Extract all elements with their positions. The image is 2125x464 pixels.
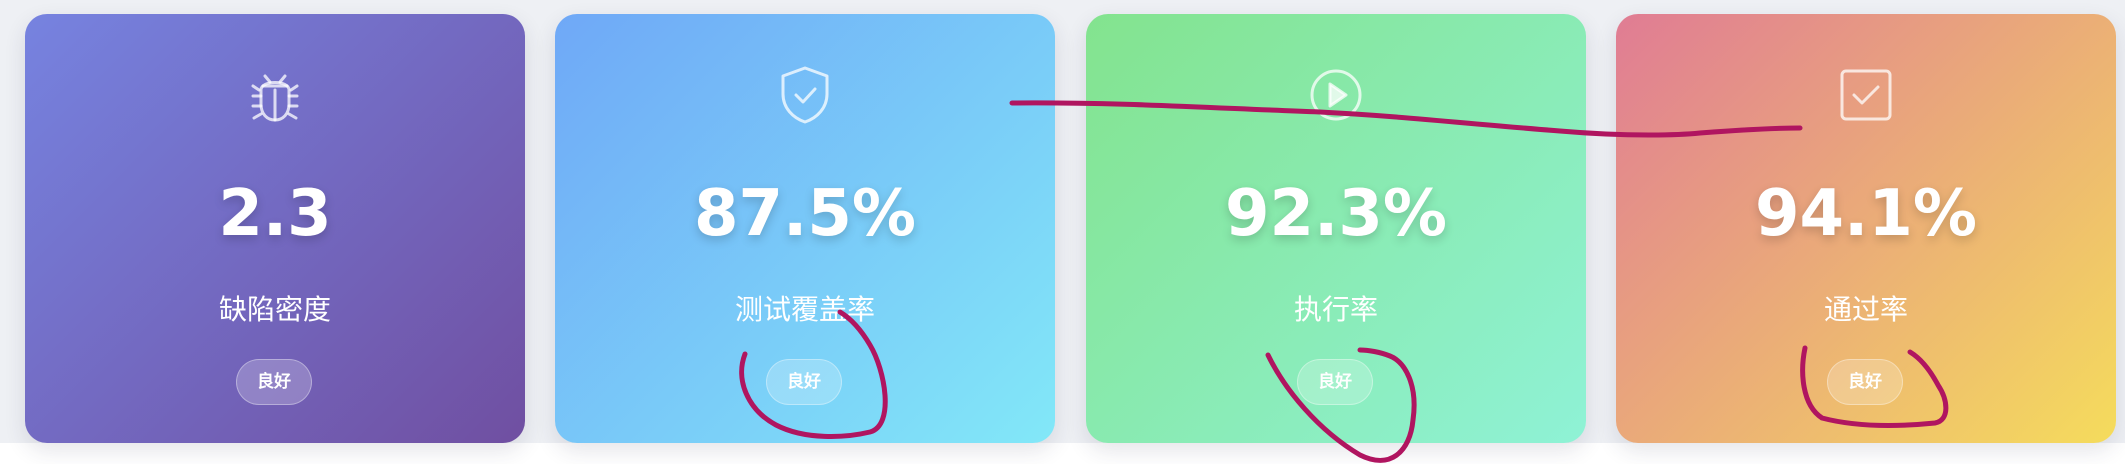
bug-icon bbox=[247, 64, 303, 126]
status-badge: 良好 bbox=[766, 359, 842, 405]
status-badge: 良好 bbox=[1297, 359, 1373, 405]
dashboard-metrics-panel: 2.3 缺陷密度 良好 87.5% 测试覆盖率 良好 92.3% 执行率 良好 … bbox=[0, 0, 2125, 464]
metric-card-execution-rate: 92.3% 执行率 良好 bbox=[1086, 14, 1586, 443]
status-badge: 良好 bbox=[1827, 359, 1903, 405]
metric-label: 测试覆盖率 bbox=[734, 293, 875, 326]
metric-label: 缺陷密度 bbox=[218, 293, 331, 326]
shield-check-icon bbox=[777, 64, 833, 126]
metric-card-test-coverage: 87.5% 测试覆盖率 良好 bbox=[555, 14, 1055, 443]
metric-value: 94.1% bbox=[1754, 177, 1978, 251]
metric-cards: 2.3 缺陷密度 良好 87.5% 测试覆盖率 良好 92.3% 执行率 良好 … bbox=[25, 14, 2125, 443]
metric-card-defect-density: 2.3 缺陷密度 良好 bbox=[25, 14, 525, 443]
metric-value: 92.3% bbox=[1224, 177, 1448, 251]
metric-value: 87.5% bbox=[693, 177, 917, 251]
metric-value: 2.3 bbox=[218, 177, 332, 251]
metric-label: 通过率 bbox=[1823, 293, 1908, 326]
metric-label: 执行率 bbox=[1293, 293, 1378, 326]
metric-card-pass-rate: 94.1% 通过率 良好 bbox=[1616, 14, 2116, 443]
status-badge: 良好 bbox=[236, 359, 312, 405]
checkbox-icon bbox=[1838, 64, 1894, 126]
play-circle-icon bbox=[1308, 64, 1364, 126]
